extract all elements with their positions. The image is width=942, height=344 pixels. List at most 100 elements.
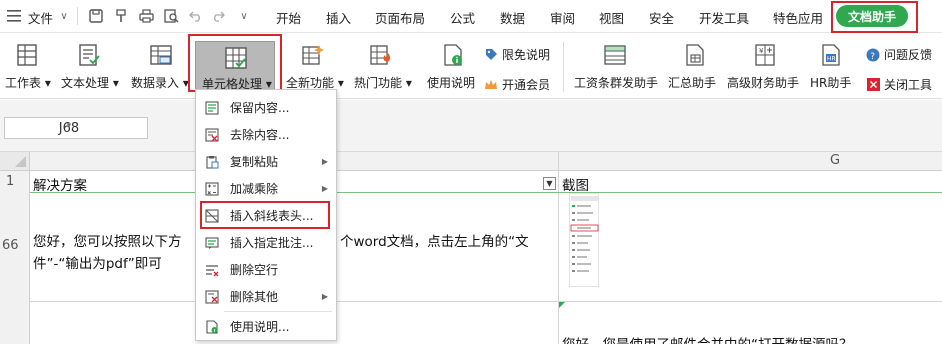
- data-entry-icon: [149, 43, 173, 67]
- print-preview-icon[interactable]: [163, 8, 179, 24]
- undo-icon[interactable]: [188, 8, 204, 24]
- hr-assistant-label[interactable]: HR助手: [810, 74, 851, 91]
- cell-processing-dropdown-menu: 保留内容... 去除内容... 复制粘贴 ▶ 加减乘除 ▶ 插入斜线表头... …: [195, 89, 337, 341]
- row-header-1[interactable]: 1: [0, 171, 30, 193]
- filter-dropdown-icon[interactable]: ▼: [543, 177, 556, 190]
- menu-item-arithmetic[interactable]: 加减乘除 ▶: [196, 175, 336, 202]
- highlight-box-diagonal-header: [200, 201, 330, 229]
- payroll-sender-label[interactable]: 工资条群发助手: [574, 74, 658, 91]
- data-entry-label[interactable]: 数据录入 ▾: [131, 74, 189, 91]
- finance-assistant-button[interactable]: ¥: [750, 40, 780, 67]
- screenshot-thumbnail[interactable]: [569, 193, 599, 287]
- menu-item-keep-content[interactable]: 保留内容...: [196, 94, 336, 121]
- print-icon[interactable]: [138, 8, 154, 24]
- column-divider: [558, 152, 559, 344]
- close-icon: [866, 78, 880, 92]
- svg-text:¥: ¥: [759, 47, 764, 55]
- submenu-arrow-icon: ▶: [321, 157, 328, 166]
- menu-item-insert-comment[interactable]: 插入指定批注...: [196, 229, 336, 256]
- highlight-box-tab: [831, 1, 918, 33]
- ribbon-divider: [563, 42, 564, 92]
- cell-a66-line2[interactable]: 件”-“输出为pdf”即可: [33, 252, 162, 272]
- arithmetic-icon: [205, 181, 219, 196]
- tab-data[interactable]: 数据: [500, 8, 525, 27]
- comment-icon: [205, 236, 219, 250]
- open-membership-link[interactable]: 开通会员: [484, 76, 550, 93]
- menu-item-delete-other-label: 删除其他: [230, 290, 279, 304]
- feedback-link[interactable]: ? 问题反馈: [866, 46, 932, 63]
- keep-content-icon: [205, 100, 219, 115]
- worksheet-label[interactable]: 工作表 ▾: [5, 74, 51, 91]
- close-tool-label: 关闭工具: [884, 78, 933, 92]
- remove-content-icon: [205, 127, 219, 142]
- redo-icon[interactable]: [210, 8, 226, 24]
- row-1-border: [30, 192, 942, 193]
- row-header-66[interactable]: 66: [0, 193, 30, 301]
- menu-item-remove-content[interactable]: 去除内容...: [196, 121, 336, 148]
- cell-g-next[interactable]: 您好，您是使用了邮件合并中的“打开数据源吗？: [562, 333, 853, 344]
- crown-icon: [484, 78, 498, 92]
- summary-icon: [683, 43, 707, 67]
- cell-a1[interactable]: 解决方案: [33, 174, 87, 194]
- tab-review[interactable]: 审阅: [550, 8, 575, 27]
- tab-featured-apps[interactable]: 特色应用: [773, 8, 823, 27]
- tab-start[interactable]: 开始: [276, 8, 301, 27]
- cell-a66-line1-left[interactable]: 您好，您可以按照以下方: [33, 230, 182, 250]
- formula-bar: J68 ▾: [0, 100, 942, 152]
- menu-item-usage-guide-label: 使用说明...: [230, 320, 290, 334]
- summary-assistant-label[interactable]: 汇总助手: [668, 74, 716, 91]
- all-features-button[interactable]: [298, 40, 328, 67]
- highlight-box-cell-processing: [188, 34, 282, 92]
- close-tool-button[interactable]: 关闭工具: [866, 76, 932, 93]
- hr-icon: HR: [819, 43, 843, 67]
- hr-assistant-button[interactable]: HR: [816, 40, 846, 67]
- select-all-corner[interactable]: [0, 152, 30, 171]
- disclaimer-link[interactable]: 限免说明: [484, 46, 550, 63]
- svg-text:?: ?: [870, 52, 875, 62]
- menu-item-copy-paste[interactable]: 复制粘贴 ▶: [196, 148, 336, 175]
- finance-assistant-label[interactable]: 高级财务助手: [727, 74, 799, 91]
- quick-access-chevron-icon[interactable]: ∨: [238, 8, 250, 24]
- ribbon-toolbar: 工作表 ▾ 文本处理 ▾ 数据录入 ▾ 单元格处理 ▾ 全新功能 ▾ 热门功能 …: [0, 34, 942, 99]
- column-header-g[interactable]: G: [830, 153, 840, 168]
- format-painter-icon[interactable]: [113, 8, 129, 24]
- save-icon[interactable]: [88, 8, 104, 24]
- hot-features-button[interactable]: [366, 40, 396, 67]
- paste-icon: [205, 155, 219, 169]
- menu-item-delete-empty-rows[interactable]: 删除空行: [196, 256, 336, 283]
- hamburger-icon[interactable]: [7, 9, 21, 23]
- tab-formulas[interactable]: 公式: [450, 8, 475, 27]
- data-entry-button[interactable]: [146, 40, 176, 67]
- menu-item-insert-comment-label: 插入指定批注...: [230, 236, 314, 250]
- row-header-next[interactable]: [0, 301, 30, 344]
- name-box-dropdown-icon[interactable]: ▾: [5, 121, 133, 131]
- menu-item-usage-guide[interactable]: 使用说明...: [196, 313, 336, 340]
- cell-a66-line1-right[interactable]: 个word文档，点击左上角的“文: [340, 230, 529, 250]
- usage-guide-label[interactable]: 使用说明: [427, 74, 475, 91]
- tab-developer[interactable]: 开发工具: [699, 8, 749, 27]
- menu-bar: 文件 ∨ ∨ 开始 插入 页面布局 公式 数据 审阅 视图 安全 开发工具 特色…: [0, 0, 942, 33]
- tab-page-layout[interactable]: 页面布局: [375, 8, 425, 27]
- question-icon: ?: [866, 48, 880, 62]
- tab-view[interactable]: 视图: [599, 8, 624, 27]
- row-header-66-label: 66: [2, 238, 19, 253]
- file-dropdown-chevron-icon[interactable]: ∨: [58, 8, 70, 24]
- comment-indicator-icon: [559, 302, 565, 308]
- menu-item-delete-other[interactable]: 删除其他 ▶: [196, 283, 336, 310]
- name-box[interactable]: J68 ▾: [4, 117, 148, 139]
- tab-insert[interactable]: 插入: [326, 8, 351, 27]
- submenu-arrow-icon: ▶: [321, 184, 328, 193]
- info-document-icon: [205, 319, 219, 334]
- tag-icon: [484, 48, 498, 62]
- tab-security[interactable]: 安全: [649, 8, 674, 27]
- file-menu[interactable]: 文件: [28, 8, 53, 27]
- fire-icon: [369, 43, 393, 67]
- summary-assistant-button[interactable]: [680, 40, 710, 67]
- usage-guide-button[interactable]: [438, 40, 468, 67]
- cell-g1[interactable]: 截图: [562, 174, 589, 194]
- worksheet-button[interactable]: [12, 40, 42, 67]
- text-processing-button[interactable]: [74, 40, 104, 67]
- text-processing-label[interactable]: 文本处理 ▾: [61, 74, 119, 91]
- hot-features-label[interactable]: 热门功能 ▾: [354, 74, 412, 91]
- payroll-sender-button[interactable]: [600, 40, 630, 67]
